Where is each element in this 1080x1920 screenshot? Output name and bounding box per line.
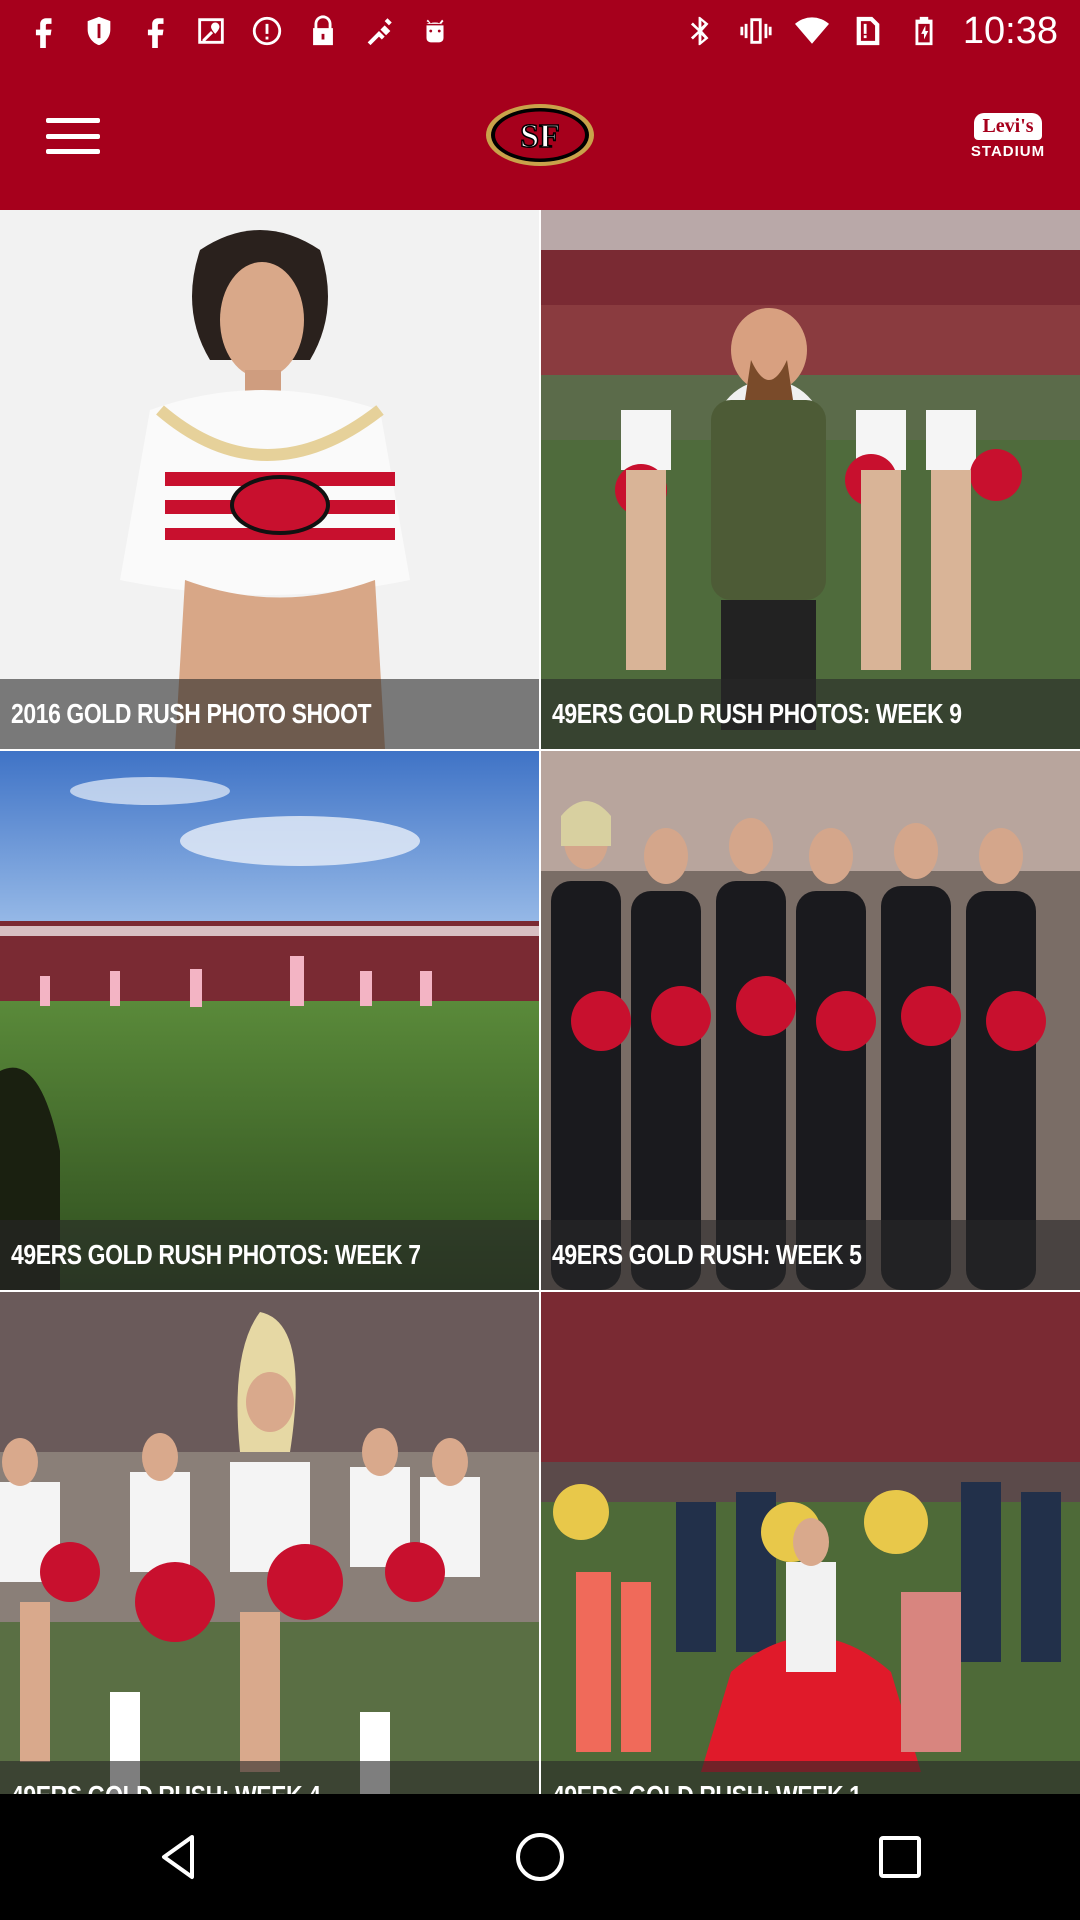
gallery-caption: 49ERS GOLD RUSH: WEEK 5 [541,1220,1080,1290]
gallery-photo [541,1292,1080,1831]
gallery-grid: 2016 GOLD RUSH PHOTO SHOOT 49ERS GOLD RU… [0,210,1080,1831]
home-icon [516,1833,564,1881]
stadium-logo-label: STADIUM [970,142,1046,160]
gallery-photo [541,751,1080,1290]
stadium-logo[interactable]: Levi's STADIUM [964,106,1052,166]
gallery-item[interactable]: 2016 GOLD RUSH PHOTO SHOOT [0,210,539,749]
stadium-logo-brand: Levi's [974,112,1042,140]
gallery-item[interactable]: 49ERS GOLD RUSH: WEEK 5 [541,751,1080,1290]
status-bar: 10:38 [0,0,1080,62]
gallery-caption: 49ERS GOLD RUSH PHOTOS: WEEK 9 [541,679,1080,749]
logo-text: SF [520,118,560,155]
back-icon [162,1835,194,1879]
recents-icon [879,1836,921,1878]
gallery-caption: 49ERS GOLD RUSH PHOTOS: WEEK 7 [0,1220,539,1290]
gallery-photo [0,751,539,1290]
vibrate-icon [739,14,773,48]
hamburger-line [46,118,100,123]
gallery-item[interactable]: 49ERS GOLD RUSH PHOTOS: WEEK 7 [0,751,539,1290]
home-button[interactable] [505,1822,575,1892]
gallery-photo [541,210,1080,749]
status-clock: 10:38 [962,9,1058,52]
bluetooth-icon [683,14,717,48]
fake-gps-icon [362,14,396,48]
navigation-bar [0,1794,1080,1920]
gallery-title: 49ERS GOLD RUSH PHOTOS: WEEK 7 [11,1239,421,1270]
team-logo[interactable]: SF [484,102,596,168]
gallery-caption: 2016 GOLD RUSH PHOTO SHOOT [0,679,539,749]
circle-exclamation-icon [250,14,284,48]
gallery-item[interactable]: 49ERS GOLD RUSH: WEEK 4 [0,1292,539,1831]
wifi-icon [794,14,829,48]
notification-icons [26,14,452,48]
gallery-photo [0,210,539,749]
lock-icon [306,14,340,48]
system-icons: 10:38 [683,10,1058,53]
shield-icon [82,14,116,48]
no-sim-icon [851,14,885,48]
facebook-icon [26,14,60,48]
maps-icon [194,14,228,48]
gallery-title: 49ERS GOLD RUSH PHOTOS: WEEK 9 [552,698,962,729]
gallery-item[interactable]: 49ERS GOLD RUSH PHOTOS: WEEK 9 [541,210,1080,749]
battery-icon [907,14,941,48]
android-icon [418,14,452,48]
gallery-photo [0,1292,539,1831]
gallery-item[interactable]: 49ERS GOLD RUSH: WEEK 1 [541,1292,1080,1831]
facebook-icon [138,14,172,48]
menu-button[interactable] [40,108,106,164]
recents-button[interactable] [865,1822,935,1892]
app-header: SF Levi's STADIUM [0,62,1080,210]
hamburger-line [46,133,100,139]
gallery-title: 49ERS GOLD RUSH: WEEK 5 [552,1239,862,1270]
gallery-title: 2016 GOLD RUSH PHOTO SHOOT [11,698,372,729]
hamburger-line [46,149,100,154]
back-button[interactable] [145,1822,215,1892]
